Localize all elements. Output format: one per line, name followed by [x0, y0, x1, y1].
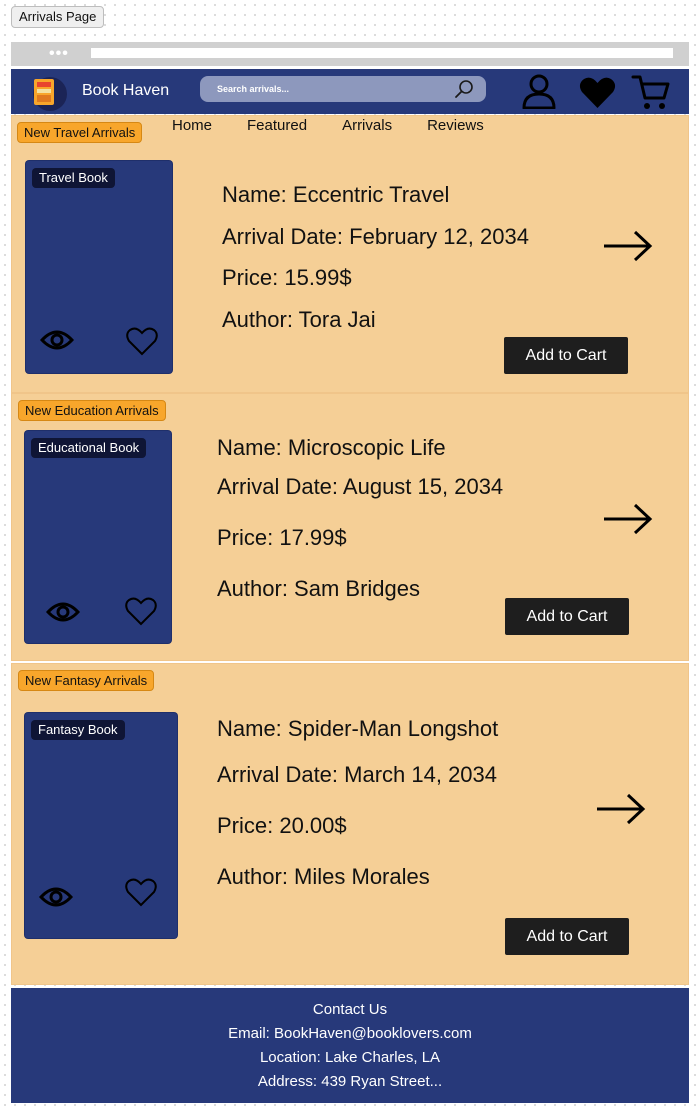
arrow-right-icon[interactable] [603, 230, 653, 262]
contact-footer: Contact Us Email: BookHaven@booklovers.c… [11, 988, 689, 1103]
eye-icon[interactable] [39, 885, 73, 909]
section-badge: New Fantasy Arrivals [18, 670, 155, 691]
browser-bar: ••• [11, 42, 689, 66]
footer-title: Contact Us [312, 1001, 388, 1018]
nav-reviews[interactable]: Reviews [427, 116, 484, 136]
frame-label: Arrivals Page [11, 6, 105, 28]
arrival-date: Arrival Date: August 15, 2034 [217, 474, 504, 499]
book-author: Author: Miles Morales [217, 864, 430, 889]
brand-name[interactable]: Book Haven [82, 81, 169, 101]
eye-icon[interactable] [40, 328, 74, 352]
arrival-date: Arrival Date: February 12, 2034 [222, 224, 529, 249]
address-bar[interactable] [91, 48, 673, 58]
add-to-cart-button[interactable]: Add to Cart [504, 337, 628, 374]
book-author: Author: Tora Jai [222, 307, 376, 332]
arrow-right-icon[interactable] [596, 793, 646, 825]
window-dots: ••• [49, 45, 69, 62]
book-author: Author: Sam Bridges [217, 576, 420, 601]
section-badge: New Travel Arrivals [17, 122, 143, 143]
wishlist-heart-icon[interactable] [579, 76, 616, 109]
footer-address: Address: 439 Ryan Street... [257, 1073, 443, 1090]
cover-label: Educational Book [31, 438, 147, 458]
book-name: Name: Spider-Man Longshot [217, 716, 499, 741]
user-icon[interactable] [521, 73, 557, 109]
footer-location: Location: Lake Charles, LA [259, 1049, 441, 1066]
heart-icon[interactable] [126, 326, 158, 356]
arrival-date: Arrival Date: March 14, 2034 [217, 762, 498, 787]
search-bar[interactable] [200, 76, 486, 102]
search-icon[interactable] [454, 79, 474, 99]
book-name: Name: Eccentric Travel [222, 182, 450, 207]
cover-label: Fantasy Book [31, 720, 125, 740]
heart-icon[interactable] [125, 877, 157, 907]
book-price: Price: 17.99$ [217, 525, 347, 550]
cart-icon[interactable] [631, 72, 671, 112]
nav-arrivals[interactable]: Arrivals [342, 116, 392, 136]
add-to-cart-button[interactable]: Add to Cart [505, 598, 629, 635]
search-input[interactable] [215, 83, 448, 95]
book-price: Price: 15.99$ [222, 265, 352, 290]
section-badge: New Education Arrivals [18, 400, 166, 421]
cover-label: Travel Book [32, 168, 115, 188]
book-logo-icon[interactable] [30, 73, 68, 113]
add-to-cart-button[interactable]: Add to Cart [505, 918, 629, 955]
footer-email[interactable]: Email: BookHaven@booklovers.com [11, 1022, 689, 1046]
heart-icon[interactable] [125, 596, 157, 626]
main-nav: Home Featured Arrivals Reviews [172, 116, 519, 136]
nav-featured[interactable]: Featured [247, 116, 307, 136]
eye-icon[interactable] [46, 600, 80, 624]
arrow-right-icon[interactable] [603, 503, 653, 535]
book-price: Price: 20.00$ [217, 813, 347, 838]
nav-home[interactable]: Home [172, 116, 212, 136]
site-header: Book Haven [11, 69, 689, 114]
book-name: Name: Microscopic Life [217, 435, 446, 460]
